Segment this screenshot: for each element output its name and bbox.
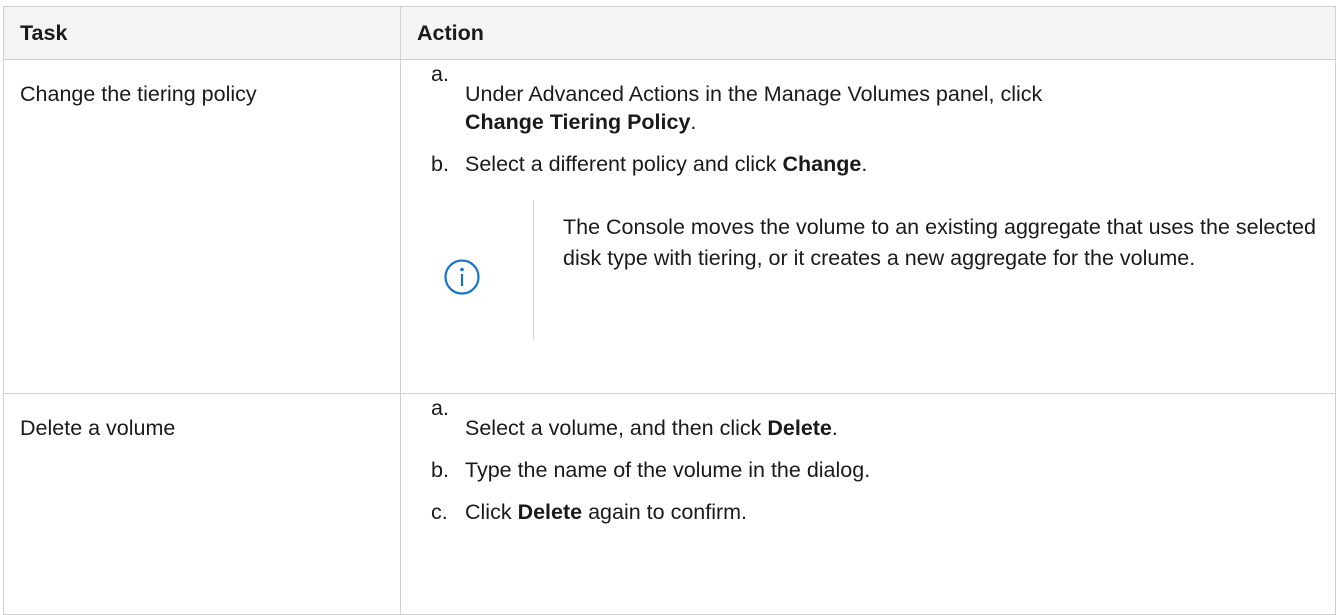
step-text: Under Advanced Actions in the Manage Vol… <box>465 82 1043 106</box>
table-row: Delete a volume a. Select a volume, and … <box>3 393 1336 615</box>
step-text: Select a volume, and then click <box>465 416 768 440</box>
step-item: a. Under Advanced Actions in the Manage … <box>423 60 1335 136</box>
note-divider <box>533 200 534 340</box>
step-text: Select a different policy and click <box>465 152 783 176</box>
step-text: Click <box>465 500 518 524</box>
step-text: Type the name of the volume in the dialo… <box>465 458 871 482</box>
action-cell: a. Under Advanced Actions in the Manage … <box>400 59 1336 394</box>
note-text: The Console moves the volume to an exist… <box>563 215 1316 270</box>
step-item: c. Click Delete again to confirm. <box>423 498 1335 526</box>
step-item: a. Select a volume, and then click Delet… <box>423 394 1335 442</box>
step-marker: b. <box>431 152 449 176</box>
header-action: Action <box>400 6 1336 60</box>
step-marker: c. <box>431 500 448 524</box>
step-bold-text: Delete <box>767 416 832 440</box>
info-icon <box>443 258 481 296</box>
step-item: b. Type the name of the volume in the di… <box>423 456 1335 484</box>
task-cell: Change the tiering policy <box>3 59 401 394</box>
step-bold-text: Change Tiering Policy <box>465 110 691 134</box>
task-action-table: Task Action Change the tiering policy a.… <box>3 6 1336 615</box>
step-list: a. Select a volume, and then click Delet… <box>401 394 1335 526</box>
step-marker: a. <box>431 62 449 86</box>
step-text-end: . <box>690 110 697 134</box>
action-cell: a. Select a volume, and then click Delet… <box>400 393 1336 615</box>
info-note: The Console moves the volume to an exist… <box>429 200 1335 340</box>
step-marker: b. <box>431 458 449 482</box>
step-list: a. Under Advanced Actions in the Manage … <box>401 60 1335 178</box>
step-item: b. Select a different policy and click C… <box>423 150 1335 178</box>
step-bold-text: Change <box>782 152 862 176</box>
step-text-end: again to confirm. <box>582 500 748 524</box>
step-marker: a. <box>431 396 449 420</box>
task-cell: Delete a volume <box>3 393 401 615</box>
table-header-row: Task Action <box>3 6 1336 60</box>
step-bold-text: Delete <box>517 500 583 524</box>
step-text-end: . <box>831 416 838 440</box>
table-row: Change the tiering policy a. Under Advan… <box>3 59 1336 394</box>
step-text-end: . <box>861 152 868 176</box>
header-task: Task <box>3 6 401 60</box>
